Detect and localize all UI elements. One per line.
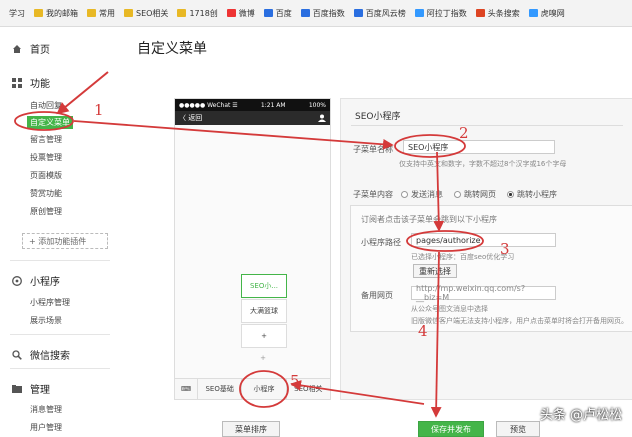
submenu-content-label: 子菜单内容 [353, 190, 393, 199]
back-button[interactable]: 〈 返回 [179, 113, 202, 123]
radio-jump-webpage[interactable]: 跳转网页 [454, 189, 496, 200]
submenu-name-label: 子菜单名称 [353, 145, 393, 154]
bookmark-baidu-top[interactable]: 百度风云榜 [353, 8, 406, 19]
sidebar-manage: 管理 [12, 381, 50, 396]
folder-icon [34, 9, 43, 17]
radio-send-message[interactable]: 发送消息 [401, 189, 443, 200]
folder-icon [177, 9, 187, 17]
submenu-name-input[interactable]: SEO小程序 [403, 140, 555, 154]
user-icon [318, 114, 326, 122]
radio-jump-miniprogram[interactable]: 跳转小程序 [507, 189, 557, 200]
menu-item-seo-related[interactable]: SEO相关 [287, 379, 330, 399]
backup-url-label: 备用网页 [361, 291, 393, 300]
sidebar-miniprogram: 小程序 [12, 273, 60, 288]
sidebar-item-custom-menu[interactable]: 自定义菜单 [27, 116, 73, 129]
submenu-name-hint: 仅支持中英文和数字，字数不超过8个汉字或16个字母 [399, 160, 567, 168]
bookmarks-bar: 学习 我的邮箱 常用 SEO相关 1718创 微博 百度 百度指数 百度风云榜 … [0, 0, 632, 27]
menu-item-seo-basic[interactable]: SEO基础 [198, 379, 243, 399]
toutiao-icon [475, 9, 485, 17]
submenu-item-seo[interactable]: SEO小... [241, 274, 287, 298]
radio-dot [401, 191, 408, 198]
sidebar-item-page-templates[interactable]: 页面模版 [30, 170, 62, 181]
sidebar-wechat-search[interactable]: 微信搜索 [12, 347, 70, 362]
submenu-item-basketball[interactable]: 大满篮球 [241, 299, 287, 323]
bookmark-mailbox[interactable]: 我的邮箱 [34, 8, 78, 19]
submenu-add-button[interactable]: + [241, 324, 287, 348]
menu-item-miniprogram[interactable]: 小程序 [242, 379, 287, 399]
grid-icon [12, 77, 22, 88]
sidebar-home[interactable]: 首页 [12, 41, 50, 56]
sidebar-item-auto-reply[interactable]: 自动回复 [30, 100, 62, 111]
sidebar-item-scenes[interactable]: 展示场景 [30, 315, 62, 326]
editor-header: SEO小程序 [355, 112, 401, 122]
tool-icon [414, 9, 424, 17]
folder-icon [12, 384, 22, 393]
search-icon [12, 349, 22, 360]
divider [10, 334, 110, 335]
sidebar-features: 功能 [12, 75, 50, 90]
bookmark-common[interactable]: 常用 [87, 8, 115, 19]
path-input[interactable]: pages/authorize [411, 233, 556, 247]
backup-url-input[interactable]: http://mp.weixin.qq.com/s?__biz=M [411, 284, 556, 302]
sidebar-item-votes[interactable]: 投票管理 [30, 152, 62, 163]
bookmark-1718[interactable]: 1718创 [177, 8, 218, 19]
bookmark-toutiao[interactable]: 头条搜索 [475, 8, 520, 19]
folder-icon [87, 9, 96, 17]
baidu-paw-icon [263, 9, 273, 17]
miniprogram-settings-box: 订阅者点击该子菜单会跳到以下小程序 小程序路径 pages/authorize … [350, 205, 632, 332]
bookmark-aladdin[interactable]: 阿拉丁指数 [414, 8, 467, 19]
watermark: 头条 @卢松松 [539, 408, 622, 423]
bookmark-huxiu[interactable]: 虎嗅网 [528, 8, 565, 19]
menu-sort-button[interactable]: 菜单排序 [222, 421, 280, 437]
phone-preview: ●●●●● WeChat ☰ 1:21 AM 100% 〈 返回 SEO小...… [174, 98, 331, 400]
baidu-paw-icon [353, 9, 363, 17]
radio-dot-selected [507, 191, 514, 198]
box-hint: 订阅者点击该子菜单会跳到以下小程序 [361, 215, 497, 224]
preview-button[interactable]: 预览 [496, 421, 540, 437]
divider [351, 125, 623, 126]
bookmark-weibo[interactable]: 微博 [226, 8, 255, 19]
save-publish-button[interactable]: 保存并发布 [418, 421, 484, 437]
folder-icon [124, 9, 133, 17]
radio-dot [454, 191, 461, 198]
sidebar-item-comments[interactable]: 留言管理 [30, 134, 62, 145]
divider [10, 368, 110, 369]
bookmark-baidu[interactable]: 百度 [263, 8, 292, 19]
path-label: 小程序路径 [361, 238, 401, 247]
divider [10, 260, 110, 261]
miniprogram-icon [12, 275, 22, 286]
keyboard-icon[interactable]: ⌨ [175, 379, 198, 399]
bookmark-seo[interactable]: SEO相关 [124, 8, 168, 19]
sidebar-item-original[interactable]: 原创管理 [30, 206, 62, 217]
home-icon [13, 44, 21, 53]
weibo-icon [226, 9, 236, 17]
backup-hint-select[interactable]: 从公众号图文消息中选择 [411, 304, 488, 314]
backup-hint-legacy: 旧版微信客户端无法支持小程序，用户点击菜单时将会打开备用网页。 [411, 317, 628, 325]
bookmark-study[interactable]: 学习 [9, 8, 25, 19]
bookmark-baidu-index[interactable]: 百度指数 [300, 8, 345, 19]
add-plugin-button[interactable]: + 添加功能插件 [22, 233, 108, 249]
web-icon [528, 9, 538, 17]
path-selected-text: 已选择小程序：百度seo优化学习 [411, 253, 515, 261]
sidebar-item-mini-manage[interactable]: 小程序管理 [30, 297, 70, 308]
phone-status-bar: ●●●●● WeChat ☰ 1:21 AM 100% [175, 99, 330, 111]
sidebar-item-reward[interactable]: 赞赏功能 [30, 188, 62, 199]
sidebar-item-users[interactable]: 用户管理 [30, 422, 62, 433]
page-title: 自定义菜单 [137, 41, 207, 57]
reselect-button[interactable]: 重新选择 [413, 264, 457, 278]
menu-add-button[interactable]: + [241, 349, 285, 367]
baidu-paw-icon [300, 9, 310, 17]
phone-nav-bar: 〈 返回 [175, 111, 330, 125]
phone-menu-bar: ⌨ SEO基础 小程序 SEO相关 [175, 378, 330, 399]
sidebar-item-messages[interactable]: 消息管理 [30, 404, 62, 415]
sidebar: 首页 功能 自动回复 自定义菜单 留言管理 投票管理 页面模版 赞赏功能 原创管… [0, 27, 118, 433]
